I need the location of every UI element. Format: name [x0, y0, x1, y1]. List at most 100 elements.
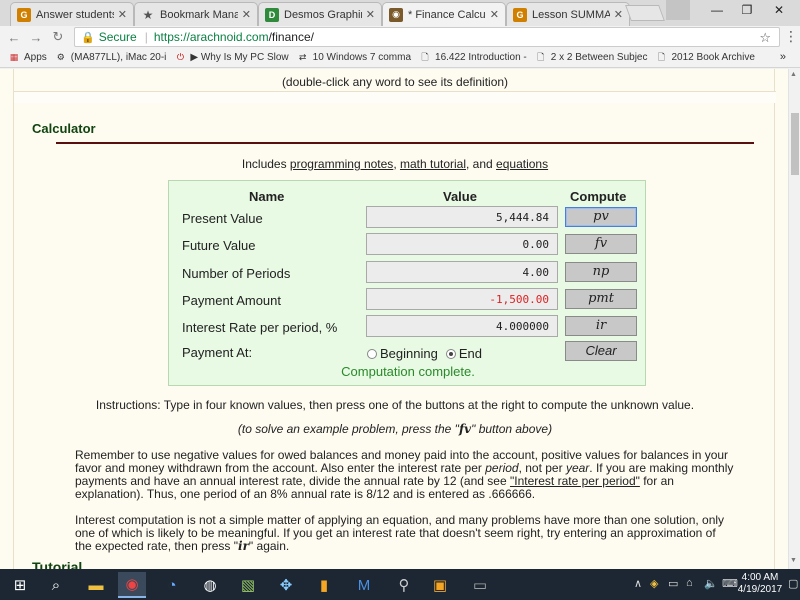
beginning-radio[interactable] [367, 348, 377, 359]
bookmark-16422[interactable]: 🗋 16.422 Introduction - [419, 52, 526, 64]
payment-at-label: Payment At: [182, 345, 253, 360]
url-path: /finance/ [268, 30, 314, 44]
tab-bookmark-manager[interactable]: ★ Bookmark Manag ✕ [134, 2, 258, 26]
close-icon[interactable]: ✕ [366, 8, 375, 21]
bookmark-windows7[interactable]: ⇄ 10 Windows 7 comma [297, 52, 411, 64]
present-value-input[interactable]: 5,444.84 [366, 206, 558, 228]
example-hint: (to solve an example problem, press the … [237, 422, 553, 436]
compute-fv-button[interactable]: fv [565, 234, 637, 254]
section-title: Calculator [32, 121, 96, 136]
page-viewport: (double-click any word to see its defini… [0, 69, 788, 569]
instructions-text: Instructions: Type in four known values,… [95, 398, 695, 412]
page-scrollbar[interactable]: ▲ ▼ [788, 69, 800, 569]
tab-finance-calculator[interactable]: ◉ * Finance Calculat ✕ [382, 2, 506, 26]
reload-icon[interactable]: ↻ [50, 29, 66, 45]
interest-rate-label: Interest Rate per period, % [182, 320, 338, 335]
url-host: https://arachnoid.com [153, 30, 269, 44]
bookmark-apps[interactable]: ▦ Apps [8, 52, 47, 64]
malwarebytes-icon[interactable]: M [350, 572, 378, 598]
desmos-icon: D [265, 7, 279, 22]
app-icon[interactable]: ◔ [158, 572, 186, 598]
arachnoid-icon: ◉ [389, 7, 403, 22]
payment-amount-label: Payment Amount [182, 293, 281, 308]
end-radio[interactable] [445, 348, 456, 359]
tab-desmos[interactable]: D Desmos Graphing ✕ [258, 2, 382, 26]
close-icon[interactable]: ✕ [118, 8, 127, 21]
browser-toolbar: ← → ↻ 🔒 Secure | https://arachnoid.com/f… [0, 26, 800, 48]
programming-notes-link[interactable]: programming notes [290, 157, 393, 171]
bookmark-pc-slow[interactable]: ⏻ ▶ Why Is My PC Slow [174, 52, 289, 64]
close-icon[interactable]: ✕ [242, 8, 251, 21]
tray-app-icon[interactable]: ◈ [650, 577, 658, 590]
notifications-icon[interactable]: ▢ [788, 577, 798, 590]
restore-icon[interactable]: ❐ [732, 0, 762, 20]
page-icon: 🗋 [657, 51, 666, 62]
bookmark-star-icon[interactable]: ☆ [759, 30, 771, 46]
bookmarks-overflow-icon[interactable]: » [780, 51, 786, 63]
tray-chevron-icon[interactable]: ∧ [634, 577, 642, 590]
forward-arrow-icon[interactable]: → [28, 29, 44, 45]
volume-icon[interactable]: 🔈 [704, 577, 718, 590]
tab-lesson-summary[interactable]: G Lesson SUMMAR ✕ [506, 2, 630, 26]
page-icon: 🗋 [537, 51, 545, 62]
payment-amount-input[interactable]: -1,500.00 [366, 288, 558, 310]
back-arrow-icon[interactable]: ← [6, 29, 22, 45]
browser-menu-icon[interactable]: ⋮ [784, 28, 798, 45]
windows-start-icon[interactable]: ⊞ [6, 572, 34, 598]
user-profile-icon[interactable] [666, 0, 690, 20]
includes-line: Includes programming notes, math tutoria… [241, 157, 549, 171]
youtube-icon: ⏻ [176, 52, 184, 62]
clear-button[interactable]: Clear [565, 341, 637, 361]
tab-answer-students[interactable]: G Answer students' ✕ [10, 2, 134, 26]
interest-computation-paragraph: Interest computation is not a simple mat… [75, 513, 725, 553]
media-app-icon[interactable]: ▣ [426, 572, 454, 598]
address-bar[interactable]: 🔒 Secure | https://arachnoid.com/finance… [74, 27, 780, 47]
scroll-up-icon[interactable]: ▲ [790, 71, 797, 78]
file-explorer-icon[interactable]: ▬ [82, 572, 110, 598]
terminal-icon[interactable]: ▭ [466, 572, 494, 598]
lock-icon: 🔒 [81, 31, 95, 44]
new-tab-button[interactable] [625, 5, 665, 21]
interest-rate-per-period-link[interactable]: "Interest rate per period" [510, 474, 640, 488]
chrome-icon[interactable]: ◉ [118, 572, 146, 598]
search-icon[interactable]: ⌕ [42, 572, 70, 598]
taskbar-clock[interactable]: 4:00 AM 4/19/2017 [735, 572, 785, 596]
globe-icon[interactable]: ◍ [196, 572, 224, 598]
ticket-app-icon[interactable]: ▮ [310, 572, 338, 598]
site-icon: ⇄ [298, 52, 307, 62]
name-header: Name [249, 189, 285, 204]
number-of-periods-input[interactable]: 4.00 [366, 261, 558, 283]
equations-link[interactable]: equations [496, 157, 548, 171]
minimize-icon[interactable]: — [702, 0, 732, 20]
compute-pv-button[interactable]: pv [565, 207, 637, 227]
value-header: Value [443, 189, 477, 204]
compute-ir-button[interactable]: ir [565, 316, 637, 336]
maps-icon[interactable]: ▧ [234, 572, 262, 598]
finance-calculator: Name Value Compute Present Value 5,444.8… [168, 180, 646, 386]
compute-pmt-button[interactable]: pmt [565, 289, 637, 309]
number-of-periods-label: Number of Periods [182, 266, 291, 281]
section-divider [56, 142, 754, 144]
payment-at-options: Beginning End [367, 346, 482, 361]
future-value-label: Future Value [182, 238, 256, 253]
negative-values-paragraph: Remember to use negative values for owed… [75, 448, 734, 501]
computation-status: Computation complete. [341, 364, 475, 379]
bookmark-2x2[interactable]: 🗋 2 x 2 Between Subjec [535, 51, 647, 64]
network-icon[interactable]: ⌂ [686, 577, 693, 589]
future-value-input[interactable]: 0.00 [366, 233, 558, 255]
bookmark-2012-book[interactable]: 🗋 2012 Book Archive [656, 52, 755, 64]
scroll-down-icon[interactable]: ▼ [790, 557, 797, 564]
math-tutorial-link[interactable]: math tutorial [400, 157, 466, 171]
interest-rate-input[interactable]: 4.000000 [366, 315, 558, 337]
settings-app-icon[interactable]: ✥ [272, 572, 300, 598]
site-icon: ⚙ [56, 52, 65, 62]
end-label: End [458, 346, 482, 361]
bookmark-imac[interactable]: ⚙ (MA877LL), iMac 20-i [55, 52, 167, 64]
window-close-icon[interactable]: ✕ [764, 0, 794, 20]
compute-np-button[interactable]: np [565, 262, 637, 282]
magnifier-icon[interactable]: ⚲ [390, 572, 418, 598]
scroll-thumb[interactable] [791, 113, 799, 175]
close-icon[interactable]: ✕ [614, 8, 623, 21]
battery-icon[interactable]: ▭ [668, 577, 678, 590]
close-icon[interactable]: ✕ [490, 8, 499, 21]
